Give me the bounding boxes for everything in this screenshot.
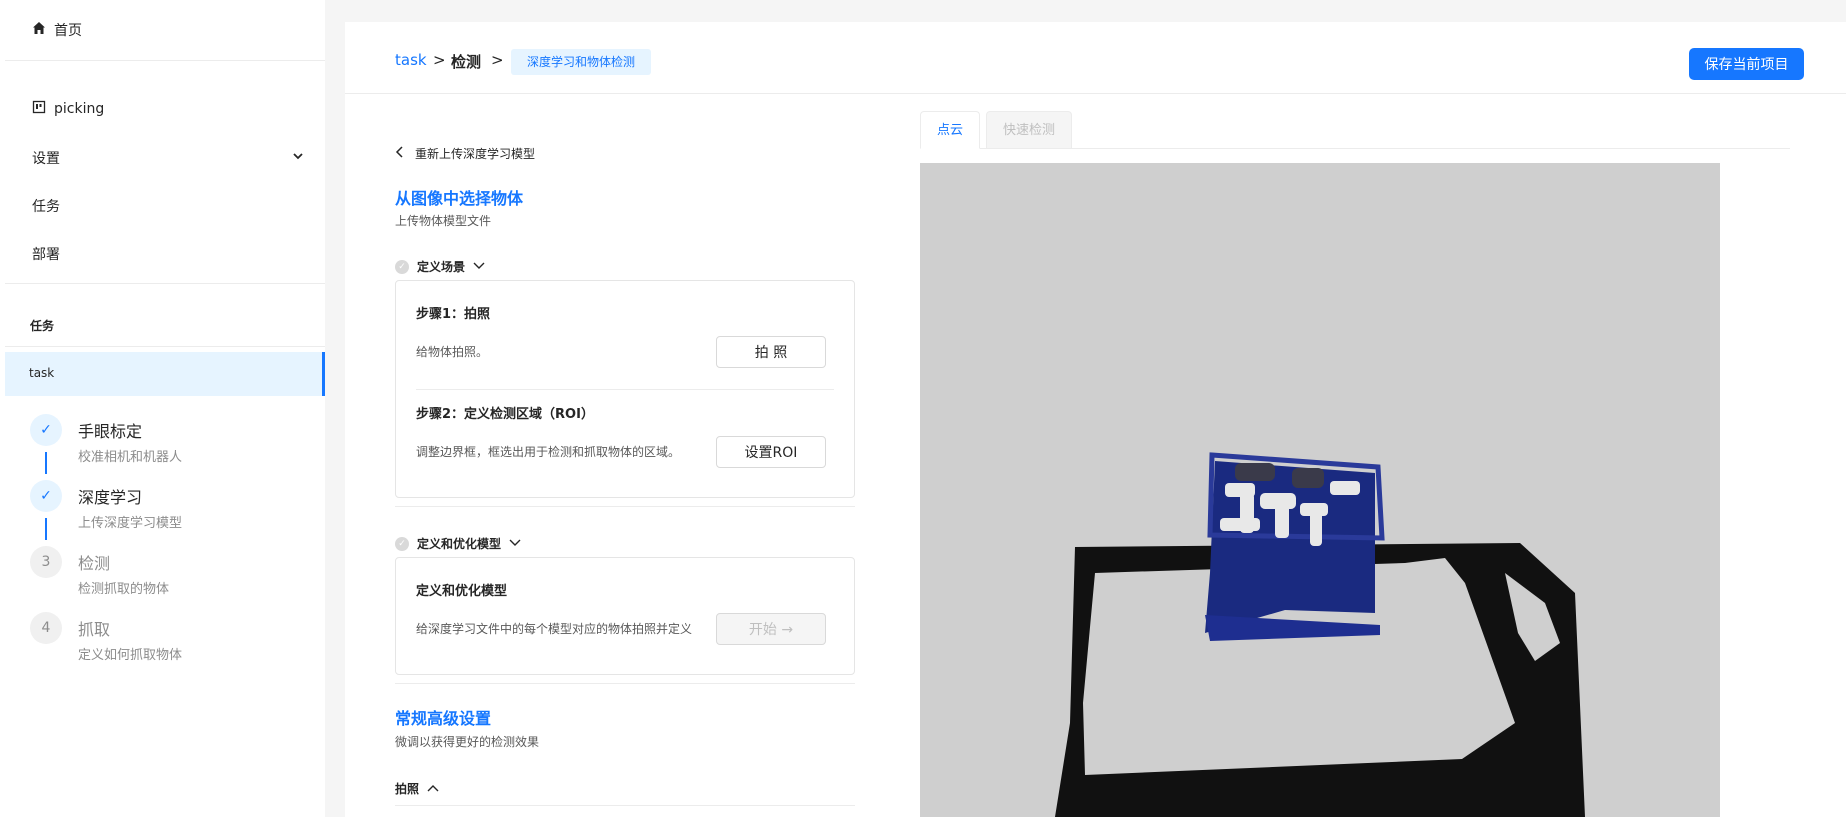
nav-settings[interactable]: 设置 — [32, 148, 304, 168]
sidebar: 首页 picking 设置 任务 部署 任务 task ✓ 手眼标定 校准相机和… — [0, 0, 325, 817]
nav-settings-label: 设置 — [32, 151, 60, 167]
chevron-left-icon — [395, 146, 405, 161]
divider — [5, 60, 325, 61]
project-icon — [32, 100, 46, 118]
nav-home[interactable]: 首页 — [32, 20, 82, 40]
set-roi-button[interactable]: 设置ROI — [716, 436, 826, 468]
save-project-button[interactable]: 保存当前项目 — [1689, 48, 1804, 80]
nav-deploy[interactable]: 部署 — [32, 244, 60, 264]
step-desc: 上传深度学习模型 — [78, 516, 183, 531]
step-desc: 检测抓取的物体 — [78, 582, 170, 597]
current-task-label: task — [29, 366, 55, 380]
divider — [395, 683, 855, 684]
scene-card: 步骤1：拍照 给物体拍照。 拍 照 步骤2：定义检测区域（ROI） 调整边界框，… — [395, 280, 855, 498]
model-card: 定义和优化模型 给深度学习文件中的每个模型对应的物体拍照并定义 开始 → — [395, 557, 855, 675]
step-connector — [45, 518, 47, 540]
chevron-up-icon — [427, 782, 439, 796]
model-section-label: 定义和优化模型 — [417, 537, 502, 551]
photo-section-header[interactable]: 拍照 — [395, 780, 439, 797]
section-title: 从图像中选择物体 — [395, 189, 524, 208]
section-subtitle: 上传物体模型文件 — [395, 214, 492, 228]
status-dot-icon: ✓ — [395, 536, 409, 551]
divider — [5, 283, 325, 284]
nav-home-label: 首页 — [54, 23, 82, 39]
viewer-tabs: 点云 快速检测 — [920, 111, 1790, 149]
status-dot-icon: ✓ — [395, 259, 409, 274]
task-section-title: 任务 — [30, 319, 55, 333]
step2-desc: 调整边界框，框选出用于检测和抓取物体的区域。 — [416, 445, 681, 459]
step1-desc: 给物体拍照。 — [416, 345, 489, 359]
chevron-down-icon — [473, 260, 485, 274]
divider — [395, 506, 855, 507]
header: task > 检测 > 深度学习和物体检测 保存当前项目 — [345, 22, 1846, 94]
step-title: 抓取 — [78, 620, 111, 639]
nav-deploy-label: 部署 — [32, 247, 60, 263]
tab-quick-detect[interactable]: 快速检测 — [986, 111, 1073, 149]
scene-section-label: 定义场景 — [417, 260, 466, 274]
current-task-item[interactable]: task — [5, 352, 325, 396]
scene-section-header[interactable]: ✓ 定义场景 — [395, 258, 485, 275]
back-link-label: 重新上传深度学习模型 — [415, 147, 536, 161]
chevron-down-icon — [509, 537, 521, 551]
check-icon: ✓ — [30, 414, 62, 446]
breadcrumb-current: 深度学习和物体检测 — [511, 49, 652, 75]
step-title: 检测 — [78, 554, 111, 573]
breadcrumb-separator: > — [433, 51, 446, 69]
step-title: 深度学习 — [78, 488, 143, 507]
nav-tasks-label: 任务 — [32, 199, 60, 215]
step1-title: 步骤1：拍照 — [416, 307, 491, 322]
breadcrumb-task[interactable]: task — [395, 51, 427, 69]
back-link[interactable]: 重新上传深度学习模型 — [395, 145, 535, 162]
take-photo-button[interactable]: 拍 照 — [716, 336, 826, 368]
tab-pointcloud[interactable]: 点云 — [920, 111, 981, 149]
pointcloud-viewer[interactable] — [920, 163, 1720, 817]
pointcloud-render — [1055, 452, 1585, 817]
divider — [5, 346, 325, 347]
step2-title: 步骤2：定义检测区域（ROI） — [416, 407, 594, 422]
step-title: 手眼标定 — [78, 422, 143, 441]
model-card-desc: 给深度学习文件中的每个模型对应的物体拍照并定义 — [416, 622, 693, 636]
start-button[interactable]: 开始 → — [716, 613, 826, 645]
step-desc: 定义如何抓取物体 — [78, 648, 183, 663]
photo-section-label: 拍照 — [395, 782, 420, 796]
divider — [395, 805, 855, 806]
check-icon: ✓ — [30, 480, 62, 512]
model-section-header[interactable]: ✓ 定义和优化模型 — [395, 535, 521, 552]
advanced-subtitle: 微调以获得更好的检测效果 — [395, 735, 540, 749]
step-connector — [45, 452, 47, 474]
model-card-title: 定义和优化模型 — [416, 584, 508, 599]
divider — [416, 389, 834, 390]
breadcrumb-detect[interactable]: 检测 — [451, 51, 481, 72]
nav-tasks[interactable]: 任务 — [32, 196, 60, 216]
step-desc: 校准相机和机器人 — [78, 450, 183, 465]
step-number: 3 — [30, 546, 62, 578]
main-content: task > 检测 > 深度学习和物体检测 保存当前项目 重新上传深度学习模型 … — [345, 22, 1846, 817]
nav-project[interactable]: picking — [32, 100, 104, 118]
chevron-down-icon — [292, 150, 304, 166]
advanced-title: 常规高级设置 — [395, 709, 492, 728]
step-number: 4 — [30, 612, 62, 644]
home-icon — [32, 21, 46, 39]
nav-project-label: picking — [54, 101, 105, 117]
breadcrumb-separator: > — [491, 51, 504, 69]
